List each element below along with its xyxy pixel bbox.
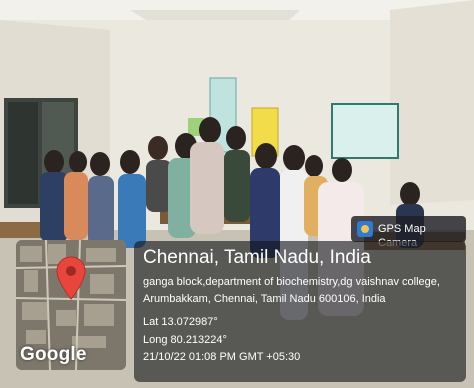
address-text: ganga block,department of biochemistry,d… — [143, 276, 440, 305]
poster-chart — [331, 103, 399, 159]
place-title: Chennai, Tamil Nadu, India — [143, 247, 371, 268]
gps-info-panel: Chennai, Tamil Nadu, India ganga block,d… — [134, 241, 466, 382]
google-logo: Google — [20, 344, 87, 365]
location-pin-icon — [56, 256, 86, 300]
latitude-text: Lat 13.072987° — [143, 316, 218, 328]
camera-app-icon — [357, 221, 373, 237]
datetime-text: 21/10/22 01:08 PM GMT +05:30 — [143, 351, 301, 363]
map-thumbnail: Google — [16, 240, 126, 370]
longitude-text: Long 80.213224° — [143, 334, 227, 346]
app-badge: GPS Map Camera — [351, 216, 466, 249]
